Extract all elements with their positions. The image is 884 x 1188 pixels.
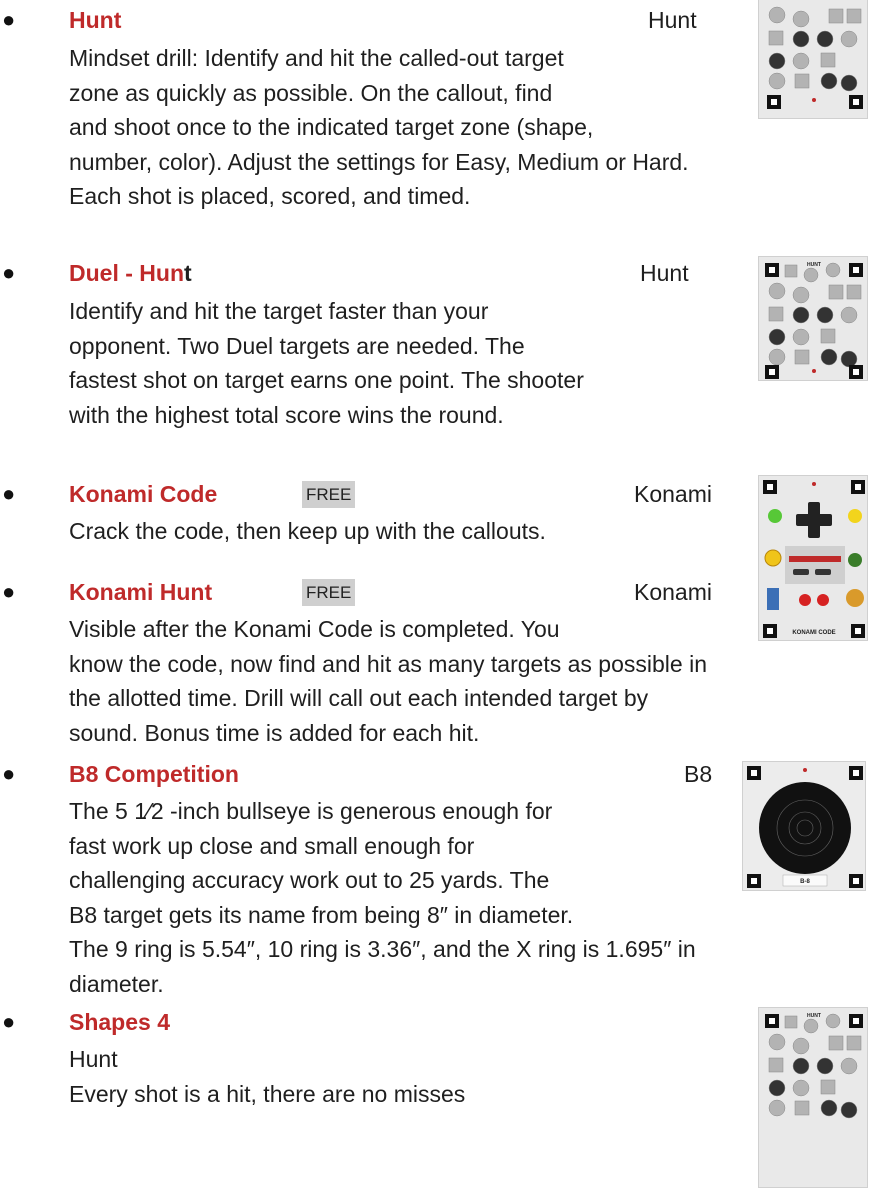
- drill-title[interactable]: Shapes 4: [69, 1004, 170, 1040]
- bullet: ●: [2, 481, 16, 506]
- drill-description: Identify and hit the target faster than …: [69, 298, 584, 428]
- bullet: ●: [2, 1009, 16, 1034]
- free-badge: FREE: [302, 481, 356, 508]
- drill-description: The 5 1⁄2 -inch bullseye is generous eno…: [69, 798, 696, 997]
- svg-text:KONAMI CODE: KONAMI CODE: [792, 630, 835, 636]
- drill-category: B8: [684, 761, 713, 787]
- drill-category: Konami: [634, 579, 712, 605]
- bullet: ●: [2, 761, 16, 786]
- bullet: ●: [2, 579, 16, 604]
- drill-title[interactable]: B8 Competition: [69, 756, 239, 792]
- drill-title[interactable]: Duel - Hunt: [69, 255, 192, 291]
- drill-description: Visible after the Konami Code is complet…: [69, 616, 707, 746]
- drill-description: Hunt Every shot is a hit, there are no m…: [69, 1046, 466, 1107]
- drill-category: Hunt: [648, 7, 697, 33]
- shapes-4-target-thumbnail: HUNT: [758, 1007, 868, 1188]
- bullet: ●: [2, 260, 16, 285]
- svg-text:HUNT: HUNT: [807, 262, 821, 268]
- svg-text:B-8: B-8: [800, 879, 810, 885]
- drill-title[interactable]: Konami Code: [69, 476, 217, 512]
- drill-title[interactable]: Konami Hunt: [69, 574, 212, 610]
- drill-title[interactable]: Hunt: [69, 2, 121, 38]
- drill-category: Hunt: [640, 260, 689, 286]
- free-badge: FREE: [302, 579, 356, 606]
- drill-category: Konami: [634, 481, 712, 507]
- b8-target-thumbnail: B-8: [742, 761, 866, 891]
- drill-description: Crack the code, then keep up with the ca…: [69, 518, 546, 544]
- drill-description: Mindset drill: Identify and hit the call…: [69, 45, 689, 209]
- svg-text:HUNT: HUNT: [807, 1013, 821, 1019]
- konami-target-thumbnail: KONAMI CODE: [758, 475, 868, 641]
- bullet: ●: [2, 7, 16, 32]
- duel-hunt-target-thumbnail: HUNT: [758, 256, 868, 381]
- hunt-target-thumbnail: [758, 0, 868, 119]
